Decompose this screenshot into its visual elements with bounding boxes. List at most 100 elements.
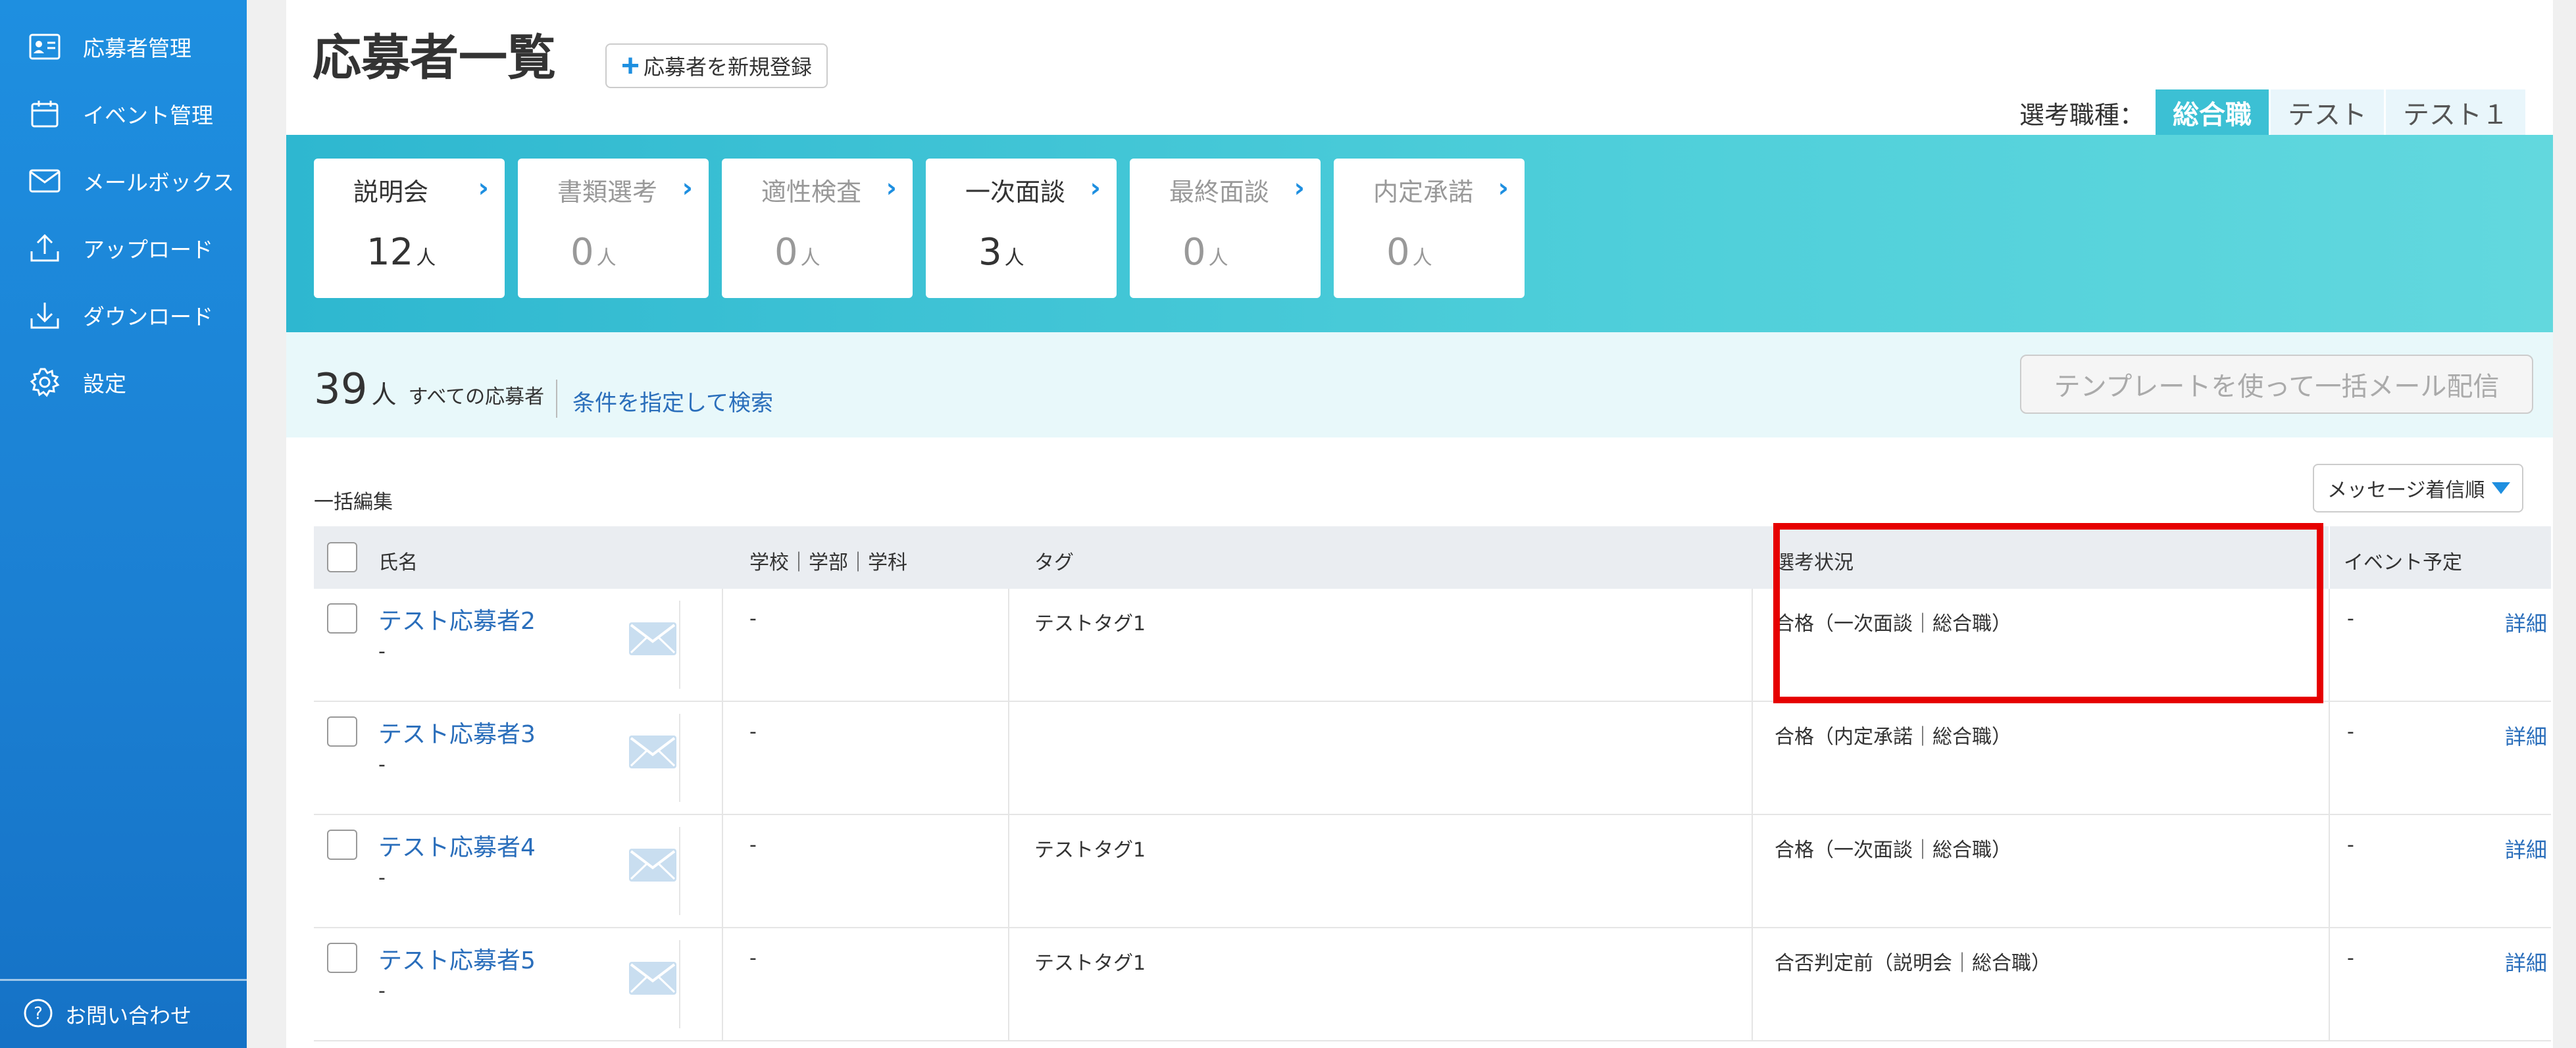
chevron-right-icon: ›: [1090, 173, 1101, 203]
svg-text:?: ?: [34, 1004, 43, 1024]
event-cell: -: [2347, 834, 2354, 857]
stage-card[interactable]: 内定承諾 › 0人: [1334, 159, 1525, 298]
sidebar: 応募者管理 イベント管理 メールボックス アップロード ダウンロード 設定 ?: [0, 0, 247, 1048]
stage-name: 説明会: [353, 178, 429, 207]
cell-divider: [1752, 928, 1753, 1040]
job-type-tab[interactable]: 総合職: [2154, 89, 2269, 136]
plus-icon: +: [621, 48, 640, 84]
cell-divider: [2329, 702, 2330, 814]
sidebar-item-download[interactable]: ダウンロード: [0, 282, 247, 349]
job-type-tab[interactable]: テスト: [2269, 89, 2384, 136]
send-mail-icon[interactable]: [628, 735, 677, 769]
selection-pipeline: 説明会 › 12 人 書類選考 › 0人 適性検査 › 0人 一次面談 › 3人 …: [286, 135, 2553, 332]
cell-divider: [722, 702, 723, 814]
cell-divider: [722, 928, 723, 1040]
stage-count: 0人: [774, 231, 821, 274]
contact-label: お問い合わせ: [65, 1003, 192, 1028]
row-checkbox[interactable]: [327, 830, 357, 860]
send-mail-icon[interactable]: [628, 622, 677, 656]
stage-card[interactable]: 適性検査 › 0人: [722, 159, 913, 298]
school-cell: -: [749, 607, 757, 630]
sidebar-item-label: 設定: [83, 371, 126, 397]
stage-card[interactable]: 書類選考 › 0人: [518, 159, 709, 298]
applicant-sub-info: -: [378, 753, 386, 776]
detail-link[interactable]: 詳細: [2505, 834, 2547, 864]
send-mail-icon[interactable]: [628, 848, 677, 882]
sort-select[interactable]: メッセージ着信順: [2313, 464, 2523, 512]
row-checkbox[interactable]: [327, 716, 357, 747]
detail-link[interactable]: 詳細: [2505, 720, 2547, 751]
chevron-right-icon: ›: [1294, 173, 1305, 203]
school-cell: -: [749, 947, 757, 970]
download-icon: [26, 297, 63, 334]
gear-icon: [26, 364, 63, 401]
cell-divider: [1752, 702, 1753, 814]
applicant-name-link[interactable]: テスト応募者2: [378, 602, 536, 636]
stage-name: 書類選考: [557, 178, 658, 207]
event-cell: -: [2347, 720, 2354, 743]
job-type-selector: 選考職種： 総合職 テスト テスト１: [2019, 89, 2525, 136]
status-cell: 合否判定前（説明会｜総合職）: [1775, 952, 2051, 975]
sidebar-item-applicants[interactable]: 応募者管理: [0, 13, 247, 80]
bulk-template-mail-button[interactable]: テンプレートを使って一括メール配信: [2020, 355, 2533, 414]
job-type-label: 選考職種：: [2019, 100, 2144, 130]
table-row: テスト応募者5 - - テストタグ1 合否判定前（説明会｜総合職） - 詳細: [314, 928, 2551, 1041]
add-applicant-label: 応募者を新規登録: [644, 55, 813, 79]
contact-link[interactable]: ? お問い合わせ: [0, 979, 247, 1048]
applicant-name-link[interactable]: テスト応募者4: [378, 828, 536, 862]
select-all-checkbox[interactable]: [327, 542, 357, 572]
event-cell: -: [2347, 607, 2354, 630]
sidebar-item-events[interactable]: イベント管理: [0, 80, 247, 147]
row-checkbox[interactable]: [327, 943, 357, 973]
upload-icon: [26, 230, 63, 266]
cell-divider: [1008, 589, 1009, 701]
cell-divider: [679, 827, 680, 915]
cell-divider: [1008, 928, 1009, 1040]
applicant-table: 氏名 学校｜学部｜学科 タグ 選考状況 イベント予定 テスト応募者2 - - テ…: [314, 523, 2551, 1041]
advanced-search-link[interactable]: 条件を指定して検索: [572, 385, 773, 417]
sidebar-item-label: メールボックス: [83, 170, 235, 195]
applicant-name-link[interactable]: テスト応募者3: [378, 715, 536, 749]
chevron-right-icon: ›: [682, 173, 693, 203]
column-header-event: イベント予定: [2344, 551, 2462, 574]
sort-select-value: メッセージ着信順: [2327, 479, 2485, 502]
stage-name: 適性検査: [761, 178, 862, 207]
cell-divider: [722, 589, 723, 701]
stage-card[interactable]: 最終面談 › 0人: [1130, 159, 1321, 298]
send-mail-icon[interactable]: [628, 961, 677, 995]
cell-divider: [2329, 589, 2330, 701]
stage-name: 内定承諾: [1373, 178, 1474, 207]
applicant-card-icon: [26, 28, 63, 65]
sidebar-item-label: アップロード: [83, 237, 213, 262]
detail-link[interactable]: 詳細: [2505, 607, 2547, 637]
table-row: テスト応募者4 - - テストタグ1 合格（一次面談｜総合職） - 詳細: [314, 815, 2551, 928]
chevron-right-icon: ›: [478, 173, 489, 203]
column-header-tag: タグ: [1034, 551, 1074, 574]
applicant-name-link[interactable]: テスト応募者5: [378, 941, 536, 976]
column-header-school: 学校｜学部｜学科: [749, 551, 907, 574]
main-content: 応募者一覧 + 応募者を新規登録 選考職種： 総合職 テスト テスト１ 説明会 …: [286, 0, 2553, 1048]
cell-divider: [2329, 928, 2330, 1040]
detail-link[interactable]: 詳細: [2505, 947, 2547, 977]
stage-count: 0人: [1386, 231, 1432, 274]
help-icon: ?: [23, 998, 53, 1031]
stage-name: 最終面談: [1169, 178, 1270, 207]
stage-card[interactable]: 一次面談 › 3人: [926, 159, 1117, 298]
caret-down-icon: [2492, 482, 2510, 494]
sidebar-item-mailbox[interactable]: メールボックス: [0, 147, 247, 214]
sidebar-item-upload[interactable]: アップロード: [0, 214, 247, 282]
add-applicant-button[interactable]: + 応募者を新規登録: [605, 43, 828, 88]
row-checkbox[interactable]: [327, 603, 357, 634]
job-type-tab[interactable]: テスト１: [2384, 89, 2525, 136]
sidebar-item-label: イベント管理: [83, 103, 213, 128]
status-cell: 合格（一次面談｜総合職）: [1775, 839, 2011, 862]
stage-count: 0人: [570, 231, 617, 274]
sidebar-item-label: ダウンロード: [83, 304, 213, 330]
cell-divider: [679, 940, 680, 1028]
bulk-edit-label[interactable]: 一括編集: [314, 486, 393, 514]
sidebar-item-settings[interactable]: 設定: [0, 349, 247, 416]
chevron-right-icon: ›: [886, 173, 897, 203]
event-cell: -: [2347, 947, 2354, 970]
stage-name: 一次面談: [965, 178, 1066, 207]
stage-card[interactable]: 説明会 › 12 人: [314, 159, 505, 298]
